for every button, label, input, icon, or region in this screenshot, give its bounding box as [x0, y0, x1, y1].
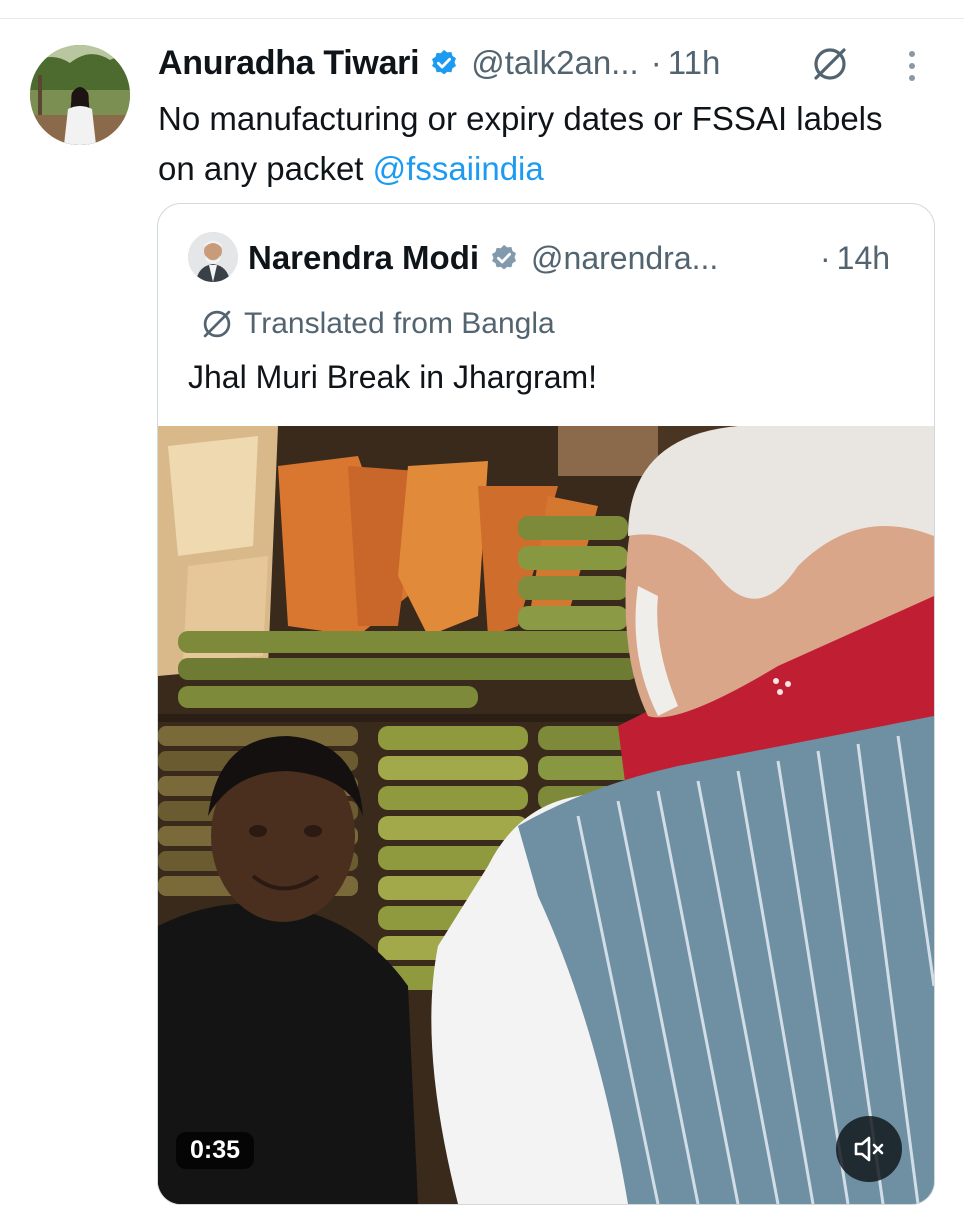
tweet-header: Anuradha Tiwari @talk2an... · 11h	[158, 40, 720, 86]
timeline-divider	[0, 18, 964, 19]
quoted-tweet-text: Jhal Muri Break in Jhargram!	[188, 359, 598, 395]
tweet-timestamp[interactable]: 11h	[668, 44, 721, 82]
quoted-timestamp[interactable]: 14h	[837, 240, 890, 277]
quoted-tweet-card[interactable]: Narendra Modi @narendra... · 14h Transla…	[157, 203, 935, 1205]
mention-link[interactable]: @fssaiindia	[373, 150, 544, 187]
quoted-tweet-header: Narendra Modi @narendra...	[248, 234, 718, 282]
author-handle[interactable]: @talk2an...	[471, 44, 638, 82]
video-player[interactable]: 0:35	[158, 426, 934, 1204]
author-avatar[interactable]	[30, 45, 130, 145]
translated-from-row: Translated from Bangla	[200, 302, 555, 346]
mute-button[interactable]	[836, 1116, 902, 1182]
more-options-icon[interactable]	[900, 48, 924, 84]
quoted-author-avatar[interactable]	[188, 232, 238, 282]
author-name[interactable]: Anuradha Tiwari	[158, 44, 420, 83]
quoted-separator-dot: ·	[820, 239, 831, 276]
verified-badge-icon	[429, 48, 459, 78]
translated-from-label: Translated from Bangla	[244, 307, 555, 340]
video-duration: 0:35	[176, 1132, 255, 1169]
quoted-time-group: · 14h	[820, 234, 890, 282]
translate-icon[interactable]	[810, 44, 850, 84]
quoted-author-name[interactable]: Narendra Modi	[248, 239, 479, 277]
speaker-muted-icon	[851, 1131, 887, 1167]
translate-icon	[200, 307, 234, 341]
quoted-verified-badge-icon	[489, 243, 519, 273]
separator-dot: ·	[650, 44, 662, 81]
video-frame	[158, 426, 934, 1204]
tweet-text: No manufacturing or expiry dates or FSSA…	[158, 94, 918, 194]
quoted-author-handle[interactable]: @narendra...	[531, 240, 718, 277]
